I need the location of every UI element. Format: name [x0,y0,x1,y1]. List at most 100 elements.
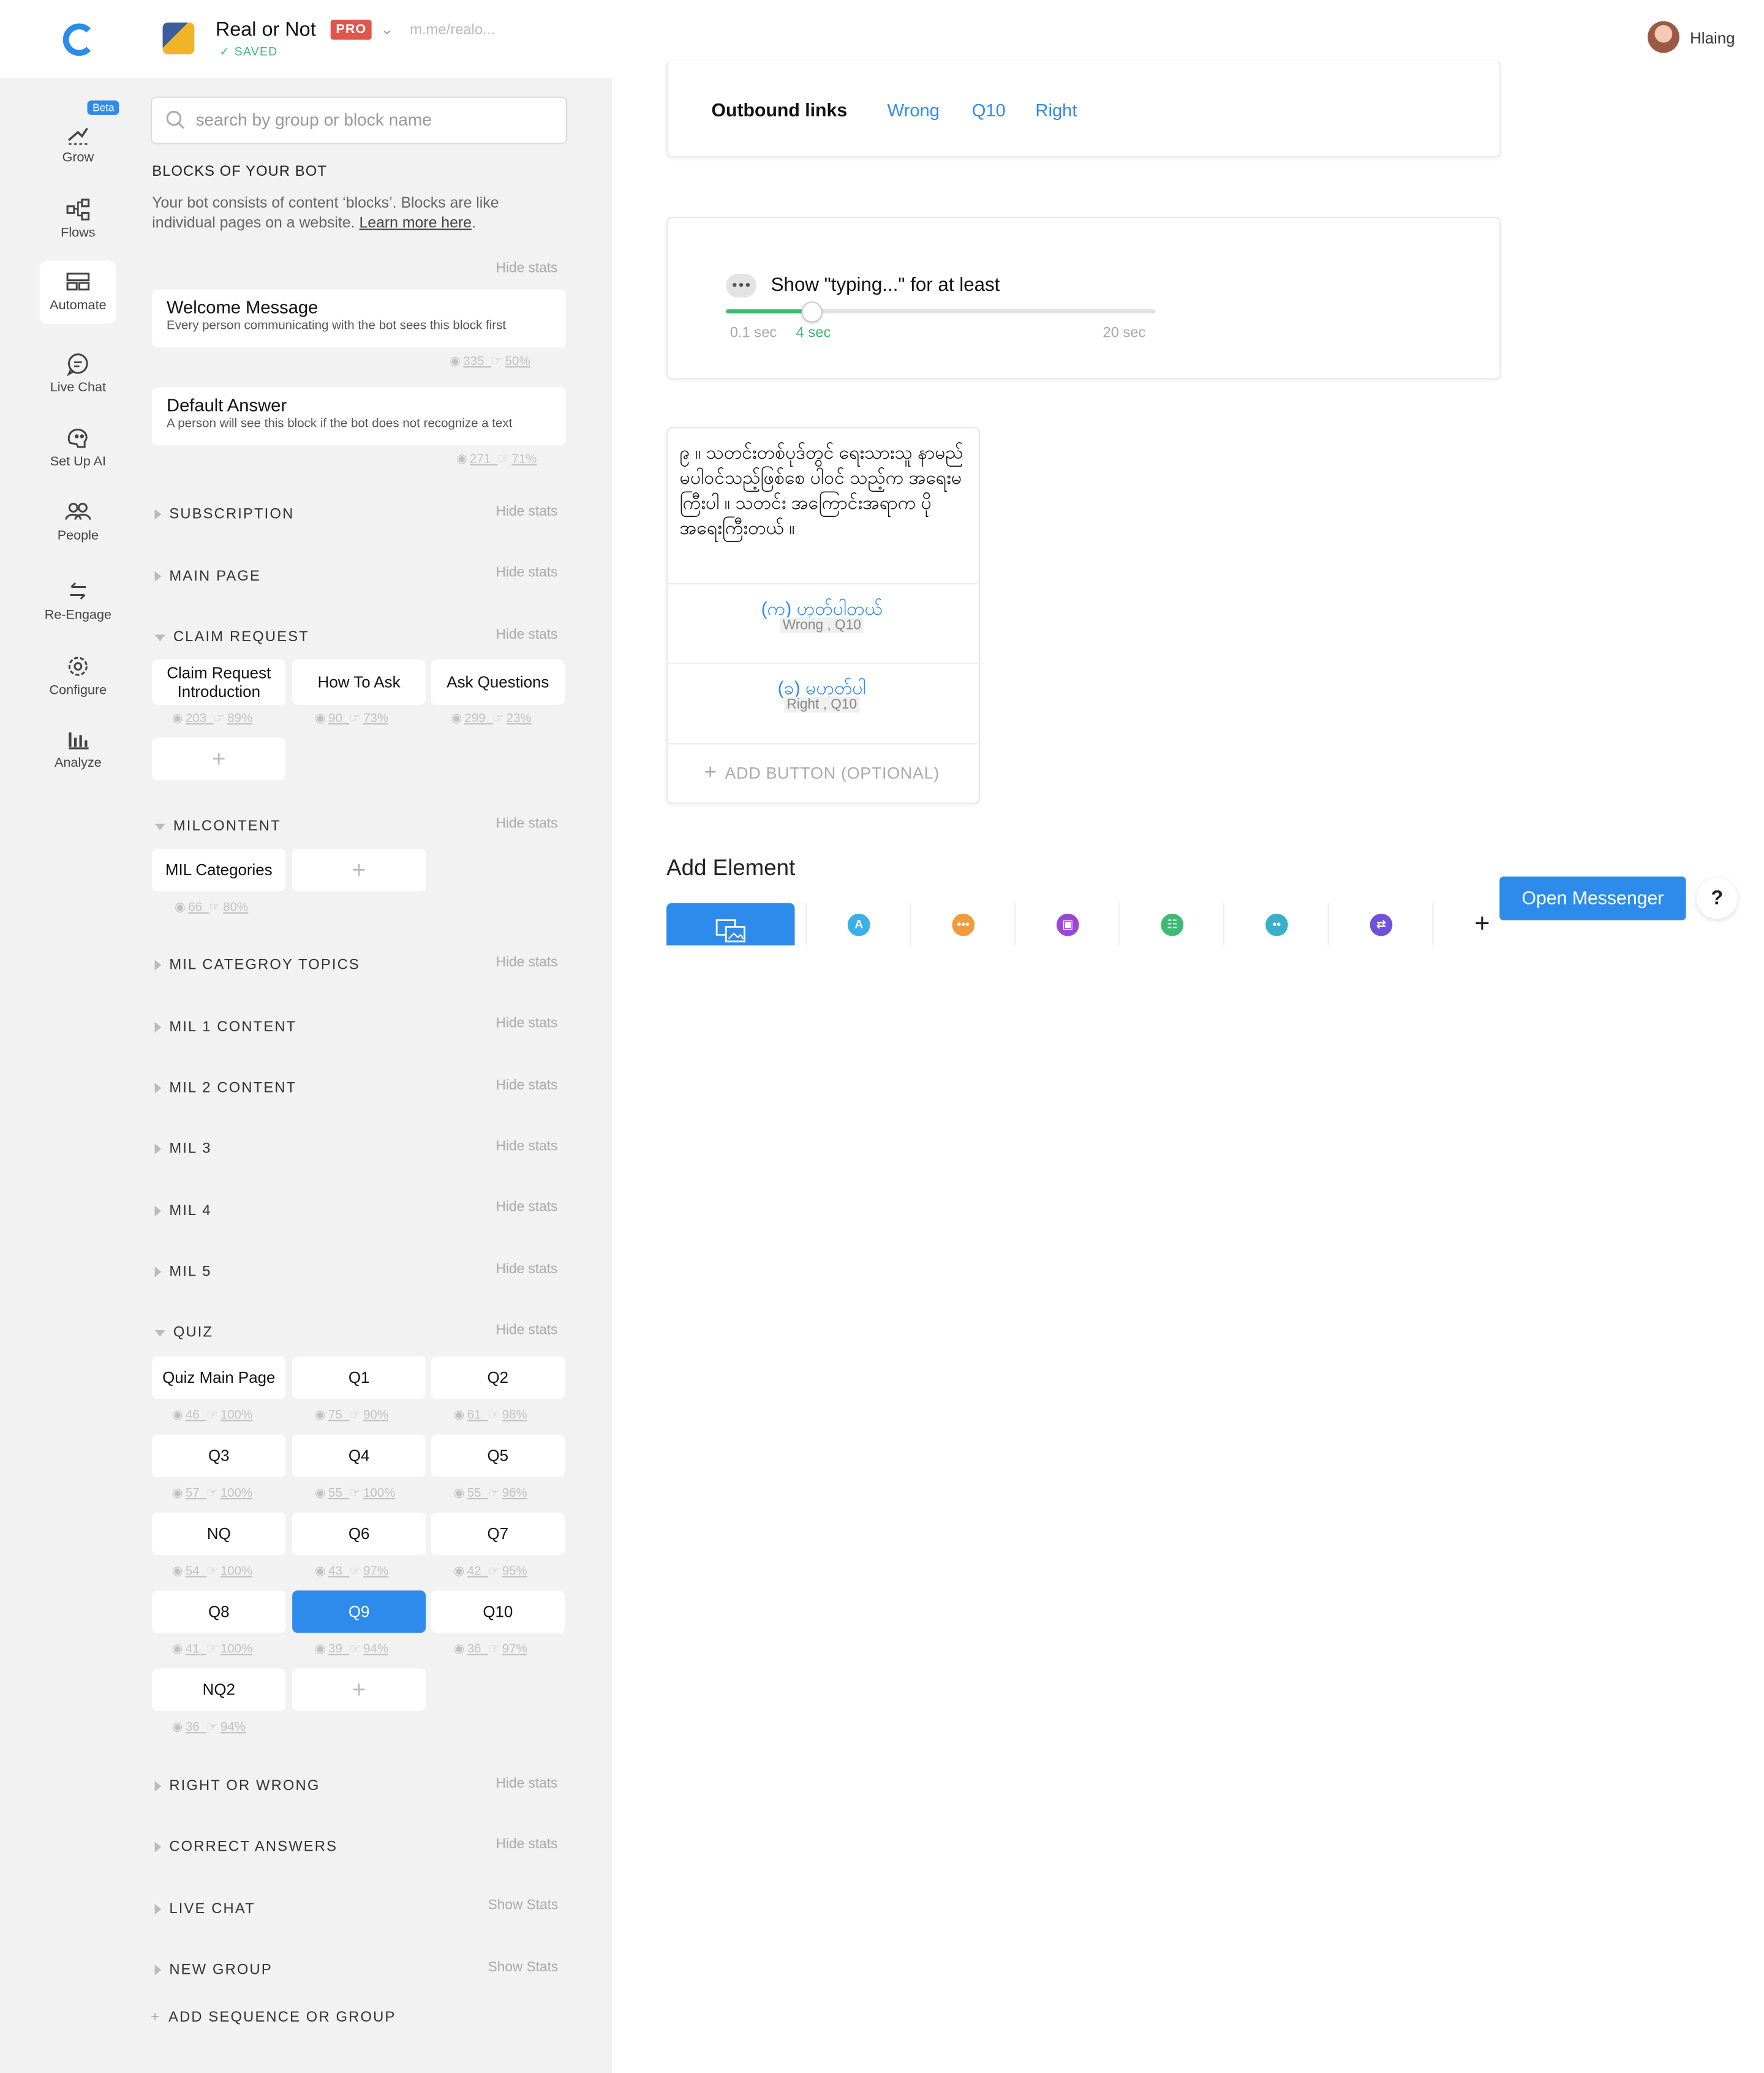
group-mil-category-topics[interactable]: MIL CATEGROY TOPICS [154,957,360,973]
hide-stats-toggle[interactable]: Hide stats [496,1837,558,1853]
group-right-or-wrong[interactable]: RIGHT OR WRONG [154,1778,320,1794]
add-button[interactable]: + ADD BUTTON (OPTIONAL) [666,743,978,802]
bot-avatar[interactable] [162,22,195,55]
quick-reply-icon: •• [1265,913,1288,936]
hide-stats-toggle[interactable]: Hide stats [496,1199,558,1215]
block-tile[interactable]: Q9 [292,1590,426,1633]
block-tile[interactable]: Q7 [431,1512,565,1555]
group-title: MIL CATEGROY TOPICS [169,957,360,973]
block-tile[interactable]: Q4 [292,1434,426,1477]
block-tile[interactable]: MIL Categories [152,849,286,892]
show-stats-toggle[interactable]: Show Stats [488,1897,559,1913]
nav-people[interactable]: People [40,491,116,554]
block-tile[interactable]: Claim Request Introduction [152,660,286,705]
nav-configure[interactable]: Configure [40,645,116,709]
hide-stats-toggle[interactable]: Hide stats [496,260,558,276]
hide-stats-toggle[interactable]: Hide stats [496,565,558,581]
hide-stats-toggle[interactable]: Hide stats [496,1138,558,1154]
block-tile[interactable]: Q10 [431,1590,565,1633]
click-icon: ☞ [206,1564,218,1579]
block-tile[interactable]: Q5 [431,1434,565,1477]
chatfuel-logo-icon[interactable] [61,21,97,58]
nav-live-chat[interactable]: Live Chat [40,342,116,406]
nav-grow[interactable]: Grow [40,113,116,176]
hide-stats-toggle[interactable]: Hide stats [496,955,558,971]
hide-stats-toggle[interactable]: Hide stats [496,1775,558,1791]
block-tile[interactable]: Q6 [292,1512,426,1555]
default-answer-block[interactable]: Default Answer A person will see this bl… [152,387,567,446]
views-count: 66 [188,900,203,915]
plus-icon: + [1474,909,1490,939]
outbound-link[interactable]: Right [1035,100,1077,120]
add-block-button[interactable]: + [152,737,286,780]
group-title: NEW GROUP [169,1962,273,1978]
add-block-button[interactable]: + [292,849,426,892]
learn-more-link[interactable]: Learn more here [359,216,472,231]
open-messenger-button[interactable]: Open Messenger [1499,876,1686,920]
group-live-chat[interactable]: LIVE CHAT [154,1902,255,1917]
group-mil-4[interactable]: MIL 4 [154,1203,212,1219]
click-icon: ☞ [488,1564,500,1579]
bot-link[interactable]: m.me/realo... [410,23,495,39]
group-new-group[interactable]: NEW GROUP [154,1962,273,1978]
search-input[interactable]: search by group or block name [151,96,568,145]
element-tab-text[interactable]: A [805,903,910,946]
show-stats-toggle[interactable]: Show Stats [488,1960,559,1976]
block-stats: ◉ 66 ☞ 80% [175,900,248,915]
block-tile[interactable]: Ask Questions [431,660,565,705]
element-tab-list[interactable]: ☷ [1118,903,1224,946]
block-tile[interactable]: Q8 [152,1590,286,1633]
chevron-down-icon[interactable]: ⌄ [381,21,393,39]
nav-set-up-ai[interactable]: Set Up AI [40,416,116,480]
hide-stats-toggle[interactable]: Hide stats [496,1262,558,1277]
element-tab-gallery[interactable] [666,903,795,946]
block-tile[interactable]: NQ2 [152,1668,286,1711]
group-main-page[interactable]: MAIN PAGE [154,568,261,584]
add-sequence-or-group-button[interactable]: + ADD SEQUENCE OR GROUP [151,2010,396,2026]
group-milcontent[interactable]: MILCONTENT [154,818,281,834]
message-button[interactable]: (ခ) မဟုတ်ပါ Right , Q10 [666,662,978,742]
message-button[interactable]: (က) ဟုတ်ပါတယ် Wrong , Q10 [666,583,978,663]
group-correct-answers[interactable]: CORRECT ANSWERS [154,1839,338,1855]
element-tab-typing[interactable]: ••• [910,903,1014,946]
slider-handle[interactable] [801,301,823,323]
nav-automate[interactable]: Automate [39,260,116,324]
block-tile[interactable]: Q2 [431,1356,565,1399]
hide-stats-toggle[interactable]: Hide stats [496,816,558,832]
bot-name[interactable]: Real or Not [216,18,316,41]
nav-re-engage[interactable]: Re-Engage [40,570,116,633]
ctr-value: 80% [223,900,249,915]
group-claim-request[interactable]: CLAIM REQUEST [154,630,309,645]
outbound-link[interactable]: Q10 [972,100,1006,120]
group-mil-1-content[interactable]: MIL 1 CONTENT [154,1020,297,1035]
hide-stats-toggle[interactable]: Hide stats [496,504,558,520]
element-tab-image[interactable]: ▣ [1014,903,1119,946]
help-button[interactable]: ? [1696,878,1738,919]
group-subscription[interactable]: SUBSCRIPTION [154,506,295,522]
caret-right-icon [154,1143,162,1154]
welcome-message-block[interactable]: Welcome Message Every person communicati… [152,289,567,348]
message-text[interactable]: ၉ ။ သတင်းတစ်ပုဒ်တွင် ရေးသားသူ နာမည် မပါဝ… [680,440,965,541]
block-tile[interactable]: Quiz Main Page [152,1356,286,1399]
user-avatar[interactable] [1648,21,1679,53]
typing-slider[interactable] [726,301,1156,323]
block-tile[interactable]: NQ [152,1512,286,1555]
nav-flows[interactable]: Flows [40,188,116,252]
nav-analyze[interactable]: Analyze [40,718,116,781]
hide-stats-toggle[interactable]: Hide stats [496,1078,558,1094]
hide-stats-toggle[interactable]: Hide stats [496,626,558,642]
outbound-link[interactable]: Wrong [888,100,940,120]
group-mil-2-content[interactable]: MIL 2 CONTENT [154,1080,297,1096]
group-mil-5[interactable]: MIL 5 [154,1264,212,1280]
group-quiz[interactable]: QUIZ [154,1325,214,1341]
user-name[interactable]: Hlaing [1690,29,1735,47]
block-tile[interactable]: Q3 [152,1434,286,1477]
element-tab-quick-reply[interactable]: •• [1223,903,1328,946]
block-tile[interactable]: How To Ask [292,660,426,705]
element-tab-jump[interactable]: ⇄ [1327,903,1433,946]
block-tile[interactable]: Q1 [292,1356,426,1399]
group-mil-3[interactable]: MIL 3 [154,1141,212,1157]
hide-stats-toggle[interactable]: Hide stats [496,1322,558,1338]
add-block-button[interactable]: + [292,1668,426,1711]
hide-stats-toggle[interactable]: Hide stats [496,1015,558,1031]
